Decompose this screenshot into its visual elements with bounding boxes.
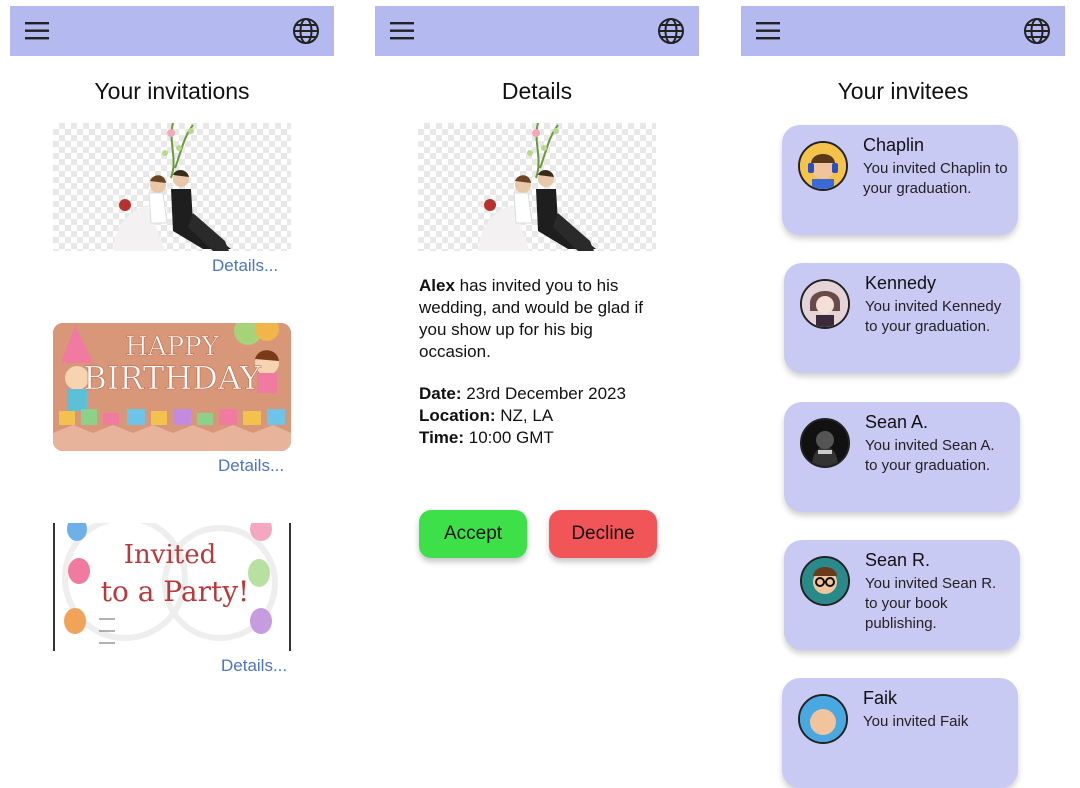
decline-button[interactable]: Decline <box>549 510 657 558</box>
time-label: Time: <box>419 428 465 447</box>
invitee-name: Sean R. <box>865 550 931 570</box>
event-info: Date: 23rd December 2023 Location: NZ, L… <box>419 383 679 449</box>
details-link[interactable]: Details... <box>221 656 287 676</box>
time-row: Time: 10:00 GMT <box>419 427 679 449</box>
glasses-avatar <box>800 556 850 606</box>
invitees-screen: Your invitees Chaplin You invited Chapli… <box>741 0 1067 788</box>
party-text-to-a-party: to a Party! <box>101 575 250 608</box>
globe-icon[interactable] <box>1023 17 1051 45</box>
wedding-invitation-image <box>418 123 656 251</box>
top-app-bar <box>10 6 334 56</box>
hamburger-menu-icon[interactable] <box>389 17 417 45</box>
globe-icon[interactable] <box>657 17 685 45</box>
page-title: Your invitees <box>837 78 969 104</box>
invitee-text: You invited Sean A. to your graduation. <box>865 437 995 474</box>
bald-avatar <box>798 694 848 744</box>
party-invitation-image[interactable]: Invited to a Party! <box>53 523 291 651</box>
invitation-message: Alex has invited you to his wedding, and… <box>419 275 659 363</box>
invitee-name: Chaplin <box>863 135 925 155</box>
hamburger-menu-icon[interactable] <box>24 17 52 45</box>
invitee-card[interactable]: Faik You invited Faik <box>782 678 1018 788</box>
location-row: Location: NZ, LA <box>419 405 679 427</box>
time-value: 10:00 GMT <box>464 428 554 447</box>
invitee-name: Kennedy <box>865 273 937 293</box>
invitee-card[interactable]: Sean R. You invited Sean R. to your book… <box>784 540 1020 650</box>
invitee-name: Faik <box>863 688 898 708</box>
invitee-text: You invited Kennedy to your graduation. <box>865 298 1002 335</box>
invitee-name: Sean A. <box>865 412 929 432</box>
date-label: Date: <box>419 384 462 403</box>
date-row: Date: 23rd December 2023 <box>419 383 679 405</box>
party-text-invited: Invited <box>124 540 217 570</box>
host-name: Alex <box>419 276 455 295</box>
invitee-card[interactable]: Chaplin You invited Chaplin to your grad… <box>782 125 1018 235</box>
invitee-text: You invited Sean R. to your book publish… <box>865 575 997 632</box>
birthday-text-birthday: BIRTHDAY <box>83 359 261 397</box>
wedding-invitation-image[interactable] <box>53 123 291 251</box>
anime-avatar <box>800 279 850 329</box>
top-app-bar <box>375 6 699 56</box>
dark-hooded-avatar <box>800 418 850 468</box>
invitee-card[interactable]: Sean A. You invited Sean A. to your grad… <box>784 402 1020 512</box>
location-label: Location: <box>419 406 496 425</box>
details-link[interactable]: Details... <box>218 456 284 476</box>
date-value: 23rd December 2023 <box>461 384 626 403</box>
hamburger-menu-icon[interactable] <box>755 17 783 45</box>
location-value: NZ, LA <box>495 406 554 425</box>
headphones-avatar <box>798 141 848 191</box>
page-title: Details <box>501 78 573 104</box>
details-link[interactable]: Details... <box>212 256 278 276</box>
birthday-text-happy: HAPPY <box>125 332 219 362</box>
details-screen: Details Alex has invited you to his wedd… <box>375 0 701 720</box>
invitee-text: You invited Faik <box>863 713 969 730</box>
invitations-screen: Your invitations Details... HAPPY BIRTHD… <box>10 0 336 720</box>
globe-icon[interactable] <box>292 17 320 45</box>
invitee-card[interactable]: Kennedy You invited Kennedy to your grad… <box>784 263 1020 373</box>
birthday-invitation-image[interactable]: HAPPY BIRTHDAY <box>53 323 291 451</box>
page-title: Your invitations <box>94 78 250 104</box>
top-app-bar <box>741 6 1065 56</box>
accept-button[interactable]: Accept <box>419 510 527 558</box>
invitee-text: You invited Chaplin to your graduation. <box>863 160 1008 197</box>
